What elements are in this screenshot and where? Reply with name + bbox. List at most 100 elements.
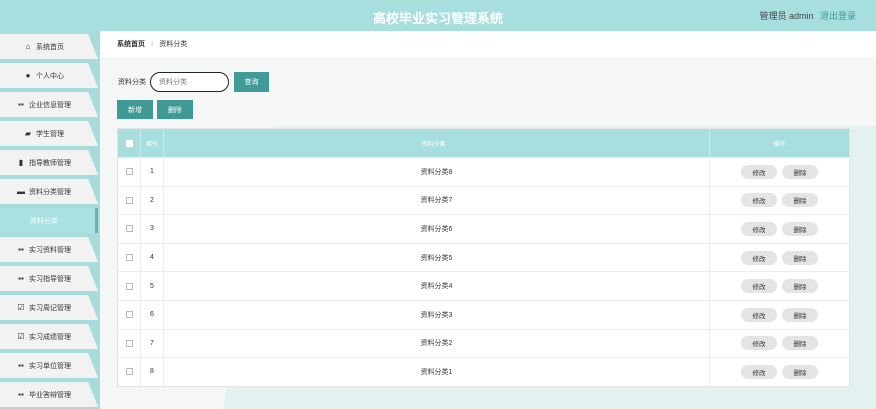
batch-delete-button[interactable]: 删除 <box>157 100 193 119</box>
row-select-cell <box>118 329 141 358</box>
check-square-icon: ☑ <box>17 332 25 341</box>
search-button[interactable]: 查询 <box>234 72 269 92</box>
sidebar-item-label: 毕业答辩管理 <box>29 391 71 399</box>
sidebar: ⌂ 系统首页 ● 个人中心 ▪▪ 企业信息管理 ▰ 学生管理 ▮ 指导教师管理 ▬ 资料分类管理资料分… <box>0 31 100 409</box>
table-row: 4 资料分类5 修改 删除 <box>118 242 849 272</box>
search-bar: 资料分类 查询 <box>118 72 269 92</box>
row-checkbox[interactable] <box>125 282 133 290</box>
edit-button[interactable]: 修改 <box>741 221 777 236</box>
edit-button[interactable]: 修改 <box>741 250 777 265</box>
logout-link[interactable]: 退出登录 <box>820 11 856 21</box>
row-checkbox[interactable] <box>125 311 133 319</box>
sidebar-item[interactable]: ▪▪ 实习指导管理 <box>0 266 98 291</box>
grid-icon: ▪▪ <box>18 274 24 283</box>
row-checkbox[interactable] <box>125 368 133 376</box>
row-actions: 修改 删除 <box>710 158 849 186</box>
edit-button[interactable]: 修改 <box>741 364 777 379</box>
breadcrumb-separator: ⁝ <box>151 41 154 48</box>
row-actions: 修改 删除 <box>710 358 849 386</box>
sidebar-item-label: 实习成绩管理 <box>29 333 71 341</box>
row-checkbox[interactable] <box>125 168 133 176</box>
sidebar-item[interactable]: ⌂ 系统首页 <box>0 34 98 59</box>
sidebar-item-content: ▪▪ 企业信息管理 <box>0 92 88 117</box>
sidebar-item[interactable]: ▬ 资料分类管理 <box>0 179 98 204</box>
delete-button[interactable]: 删除 <box>782 364 818 379</box>
sidebar-item[interactable]: ▪▪ 实习资料管理 <box>0 237 98 262</box>
sidebar-item-content: ▪▪ 毕业答辩管理 <box>0 382 88 407</box>
header-name[interactable]: 资料分类 ↕ <box>164 129 710 157</box>
add-button[interactable]: 新增 <box>117 100 153 119</box>
row-select-cell <box>118 358 141 386</box>
sidebar-item-content: ⌂ 系统首页 <box>0 34 88 59</box>
row-name: 资料分类5 <box>164 243 710 272</box>
delete-button[interactable]: 删除 <box>782 164 818 179</box>
edit-button[interactable]: 修改 <box>741 336 777 351</box>
delete-button[interactable]: 删除 <box>782 307 818 322</box>
row-index: 2 <box>141 186 164 215</box>
sidebar-item[interactable]: ▪▪ 企业信息管理 <box>0 92 98 117</box>
sidebar-item-label: 企业信息管理 <box>29 101 71 109</box>
sidebar-item[interactable]: ▮ 指导教师管理 <box>0 150 98 175</box>
select-all-checkbox[interactable] <box>125 139 133 147</box>
sidebar-item-content: ▬ 资料分类管理 <box>0 179 88 204</box>
table-body: 1 资料分类8 修改 删除 2 资料分类7 修改 删除 3 资料分类6 修改 删除 4 资料分类5 修改 删除… <box>118 157 849 386</box>
grid-icon: ▪▪ <box>18 245 24 254</box>
sidebar-item[interactable]: ● 个人中心 <box>0 63 98 88</box>
header-index: 索引 <box>141 129 164 157</box>
row-index: 4 <box>141 243 164 272</box>
header-operation: 操作 <box>773 141 786 148</box>
search-label: 资料分类 <box>118 79 146 86</box>
sidebar-item-content: ▪▪ 实习资料管理 <box>0 237 88 262</box>
sidebar-item-label: 个人中心 <box>36 72 64 80</box>
row-select-cell <box>118 215 141 243</box>
grid-icon: ▪▪ <box>18 100 24 109</box>
comment-icon: ▬ <box>17 187 25 196</box>
row-name: 资料分类2 <box>164 329 710 358</box>
breadcrumb-current: 资料分类 <box>159 41 188 48</box>
table-row: 6 资料分类3 修改 删除 <box>118 299 849 329</box>
sidebar-item[interactable]: ☑ 实习成绩管理 <box>0 324 98 349</box>
edit-button[interactable]: 修改 <box>741 307 777 322</box>
row-index: 1 <box>141 158 164 186</box>
delete-button[interactable]: 删除 <box>782 279 818 294</box>
sort-icon[interactable]: ↕ <box>449 140 452 146</box>
sidebar-item[interactable]: ▪▪ 毕业答辩管理 <box>0 382 98 407</box>
sidebar-item[interactable]: 资料分类 <box>0 208 98 233</box>
row-index: 6 <box>141 300 164 329</box>
sidebar-item-content: ▪▪ 实习指导管理 <box>0 266 88 291</box>
grid-icon: ▪▪ <box>18 361 24 370</box>
delete-button[interactable]: 删除 <box>782 193 818 208</box>
sidebar-item[interactable]: ▰ 学生管理 <box>0 121 98 146</box>
row-actions: 修改 删除 <box>710 272 849 300</box>
user-icon: ● <box>25 71 31 80</box>
delete-button[interactable]: 删除 <box>782 221 818 236</box>
edit-button[interactable]: 修改 <box>741 193 777 208</box>
row-actions: 修改 删除 <box>710 215 849 243</box>
sidebar-item-label: 实习周记管理 <box>29 304 71 312</box>
header-select-all <box>118 129 141 157</box>
sidebar-item[interactable]: ☑ 实习周记管理 <box>0 295 98 320</box>
table-row: 8 资料分类1 修改 删除 <box>118 357 849 386</box>
row-select-cell <box>118 158 141 186</box>
clipboard-icon: ▮ <box>18 158 24 167</box>
sidebar-item-content: ☑ 实习成绩管理 <box>0 324 88 349</box>
grid-icon: ▪▪ <box>18 390 24 399</box>
delete-button[interactable]: 删除 <box>782 250 818 265</box>
edit-button[interactable]: 修改 <box>741 164 777 179</box>
delete-button[interactable]: 删除 <box>782 336 818 351</box>
row-checkbox[interactable] <box>125 339 133 347</box>
edit-button[interactable]: 修改 <box>741 279 777 294</box>
row-index: 8 <box>141 358 164 386</box>
row-checkbox[interactable] <box>125 225 133 233</box>
row-checkbox[interactable] <box>125 254 133 262</box>
sidebar-item-label: 资料分类管理 <box>29 188 71 196</box>
search-input[interactable] <box>150 72 229 92</box>
row-select-cell <box>118 300 141 329</box>
breadcrumb-home[interactable]: 系统首页 <box>117 39 145 49</box>
sidebar-item[interactable]: ▪▪ 实习单位管理 <box>0 353 98 378</box>
row-select-cell <box>118 243 141 272</box>
row-checkbox[interactable] <box>125 196 133 204</box>
row-name: 资料分类1 <box>164 358 710 386</box>
row-actions: 修改 删除 <box>710 187 849 215</box>
row-actions: 修改 删除 <box>710 330 849 358</box>
